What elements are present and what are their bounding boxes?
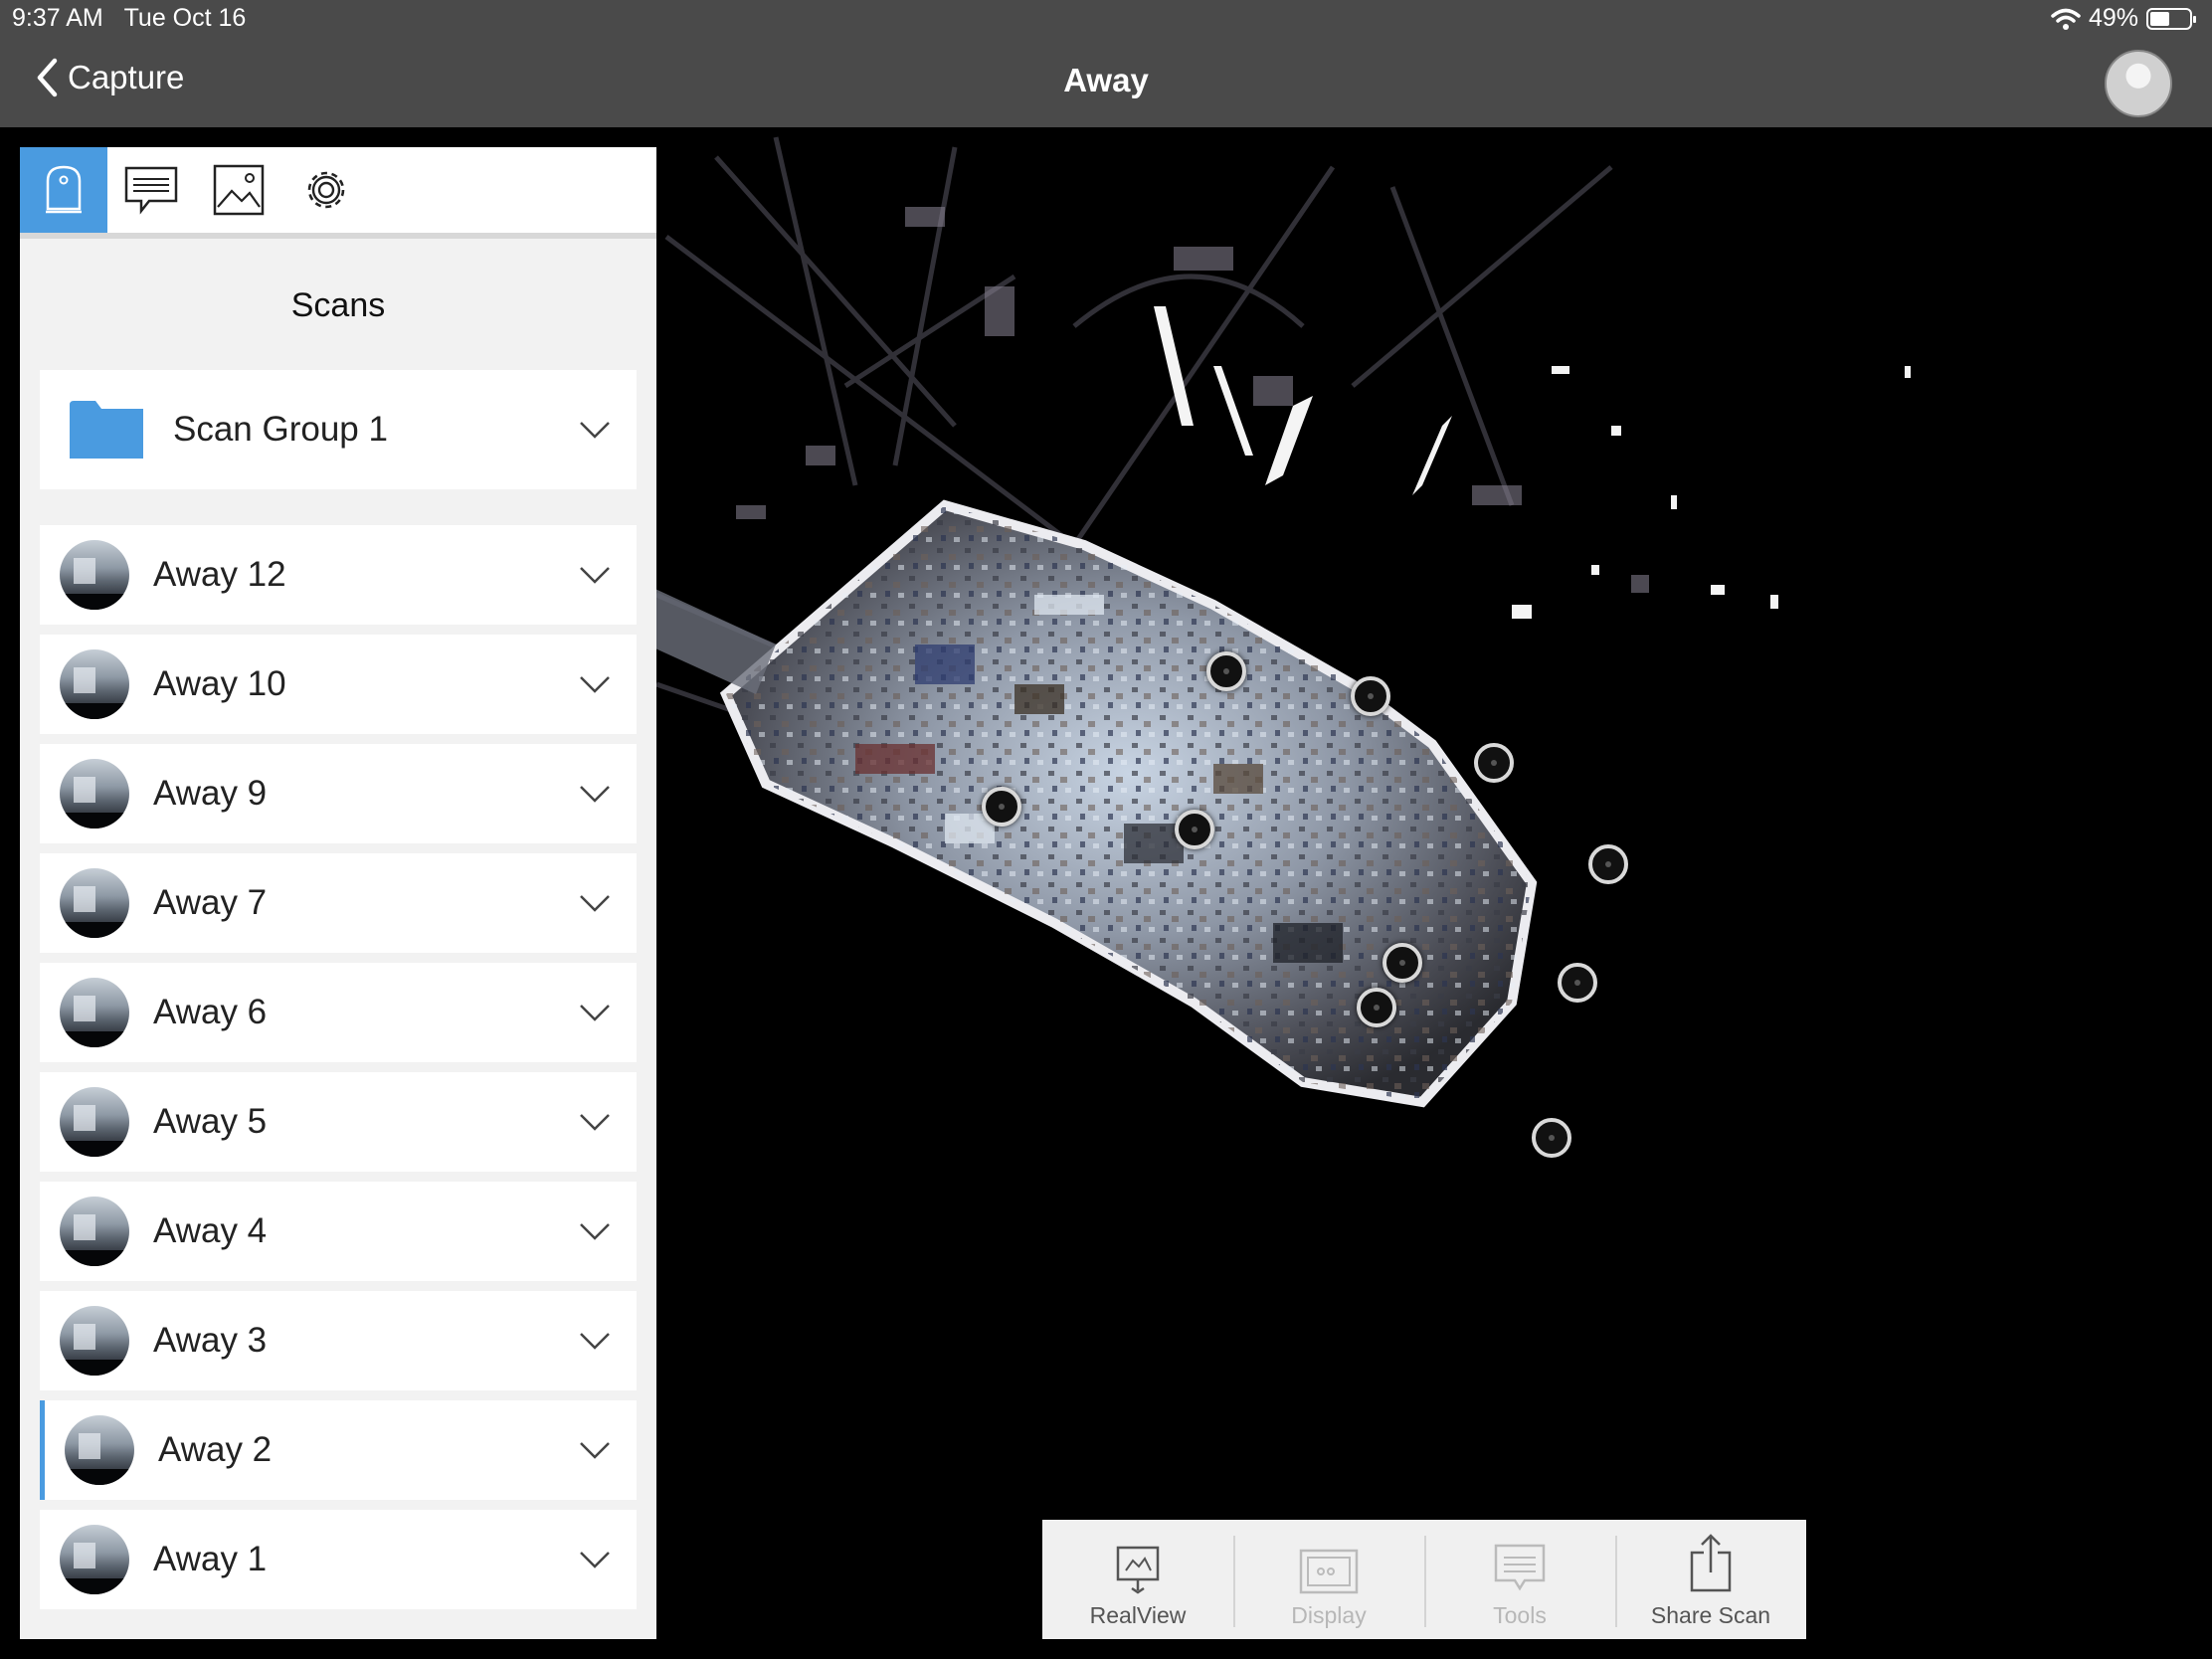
chevron-down-icon[interactable] [579,1434,611,1466]
scan-list: Away 12 Away 10 Away 9 Away 7 Away 6 Away 5 Aw… [40,525,637,1619]
scan-label: Away 2 [158,1430,273,1469]
chevron-down-icon[interactable] [579,778,611,810]
scan-thumbnail [60,1525,129,1594]
tools-icon [1494,1544,1546,1591]
scan-row[interactable]: Away 9 [40,744,637,843]
scan-label: Away 6 [153,993,268,1031]
chevron-down-icon[interactable] [579,1544,611,1575]
chevron-down-icon[interactable] [579,997,611,1028]
scan-label: Away 3 [153,1321,268,1360]
chevron-down-icon[interactable] [579,414,611,446]
battery-percent: 49% [2088,4,2138,32]
scan-row[interactable]: Away 5 [40,1072,637,1172]
chevron-down-icon[interactable] [579,1325,611,1357]
scan-label: Away 12 [153,555,286,594]
status-time: 9:37 AM Tue Oct 16 [12,4,246,33]
chevron-down-icon[interactable] [579,1106,611,1138]
scan-label: Away 1 [153,1540,268,1578]
scan-position-marker[interactable] [1357,988,1396,1027]
scan-label: Away 4 [153,1211,268,1250]
scan-row[interactable]: Away 6 [40,963,637,1062]
scan-row[interactable]: Away 3 [40,1291,637,1390]
scan-label: Away 5 [153,1102,268,1141]
scans-panel: Scans Scan Group 1 Away 12 Away 10 Away 9A… [20,147,656,1639]
wifi-icon [2051,8,2081,30]
scan-position-marker[interactable] [1558,963,1597,1003]
share-scan-button[interactable]: Share Scan [1615,1520,1806,1639]
scan-position-marker[interactable] [1382,943,1422,983]
scan-thumbnail [60,540,129,610]
realview-label: RealView [1089,1602,1187,1628]
scan-position-marker[interactable] [1175,810,1214,849]
status-date: Tue Oct 16 [123,4,247,32]
scan-label: Away 10 [153,664,286,703]
comment-icon [124,166,178,215]
realview-button[interactable]: RealView [1042,1520,1233,1639]
chevron-down-icon[interactable] [579,559,611,591]
status-indicators: 49% [2051,4,2196,33]
chevron-down-icon[interactable] [579,668,611,700]
scan-thumbnail [60,649,129,719]
user-avatar[interactable] [2105,50,2172,117]
scan-thumbnail [60,1087,129,1157]
point-cloud-render [656,136,1911,1108]
display-button[interactable]: Display [1233,1520,1424,1639]
battery-icon [2146,7,2196,30]
scan-thumbnail [60,868,129,938]
scan-thumbnail [60,1306,129,1376]
chevron-down-icon[interactable] [579,1215,611,1247]
scan-position-marker[interactable] [982,787,1021,827]
scan-position-marker[interactable] [1351,676,1390,716]
bottom-toolbar: RealView Display Tools Share Scan [1042,1520,1806,1639]
page-title: Away [1063,62,1149,98]
scan-position-marker[interactable] [1588,844,1628,884]
scanner-icon [46,165,82,214]
scan-thumbnail [65,1415,134,1485]
tab-scans[interactable] [20,147,107,233]
scan-thumbnail [60,1197,129,1266]
scan-row[interactable]: Away 7 [40,853,637,953]
panel-tabs [20,147,656,239]
scan-position-marker[interactable] [1474,743,1514,783]
scan-row[interactable]: Away 10 [40,635,637,734]
scan-row[interactable]: Away 2 [40,1400,637,1500]
chevron-down-icon[interactable] [579,887,611,919]
folder-icon [70,401,143,459]
scan-label: Away 9 [153,774,268,813]
scan-position-marker[interactable] [1532,1118,1571,1158]
scan-row[interactable]: Away 4 [40,1182,637,1281]
point-cloud-view[interactable] [656,127,2212,1659]
status-clock: 9:37 AM [12,4,103,32]
gear-icon [307,171,345,209]
tools-label: Tools [1493,1602,1547,1628]
tab-images[interactable] [195,147,282,233]
scan-row[interactable]: Away 1 [40,1510,637,1609]
scan-row[interactable]: Away 12 [40,525,637,625]
scan-thumbnail [60,978,129,1047]
realview-icon [1116,1546,1160,1594]
scan-label: Away 7 [153,883,268,922]
tab-settings[interactable] [282,147,370,233]
tab-notes[interactable] [107,147,195,233]
scan-group-row[interactable]: Scan Group 1 [40,370,637,489]
scan-thumbnail [60,759,129,829]
scan-position-marker[interactable] [1206,651,1246,691]
display-label: Display [1291,1602,1367,1628]
tools-button[interactable]: Tools [1424,1520,1615,1639]
image-icon [213,164,265,216]
share-scan-label: Share Scan [1650,1602,1771,1628]
navigation-bar: 9:37 AM Tue Oct 16 49% Capture Away [0,0,2212,127]
display-icon [1299,1549,1359,1594]
share-icon [1690,1534,1732,1592]
panel-title: Scans [290,286,386,324]
scan-group-label: Scan Group 1 [173,410,388,449]
